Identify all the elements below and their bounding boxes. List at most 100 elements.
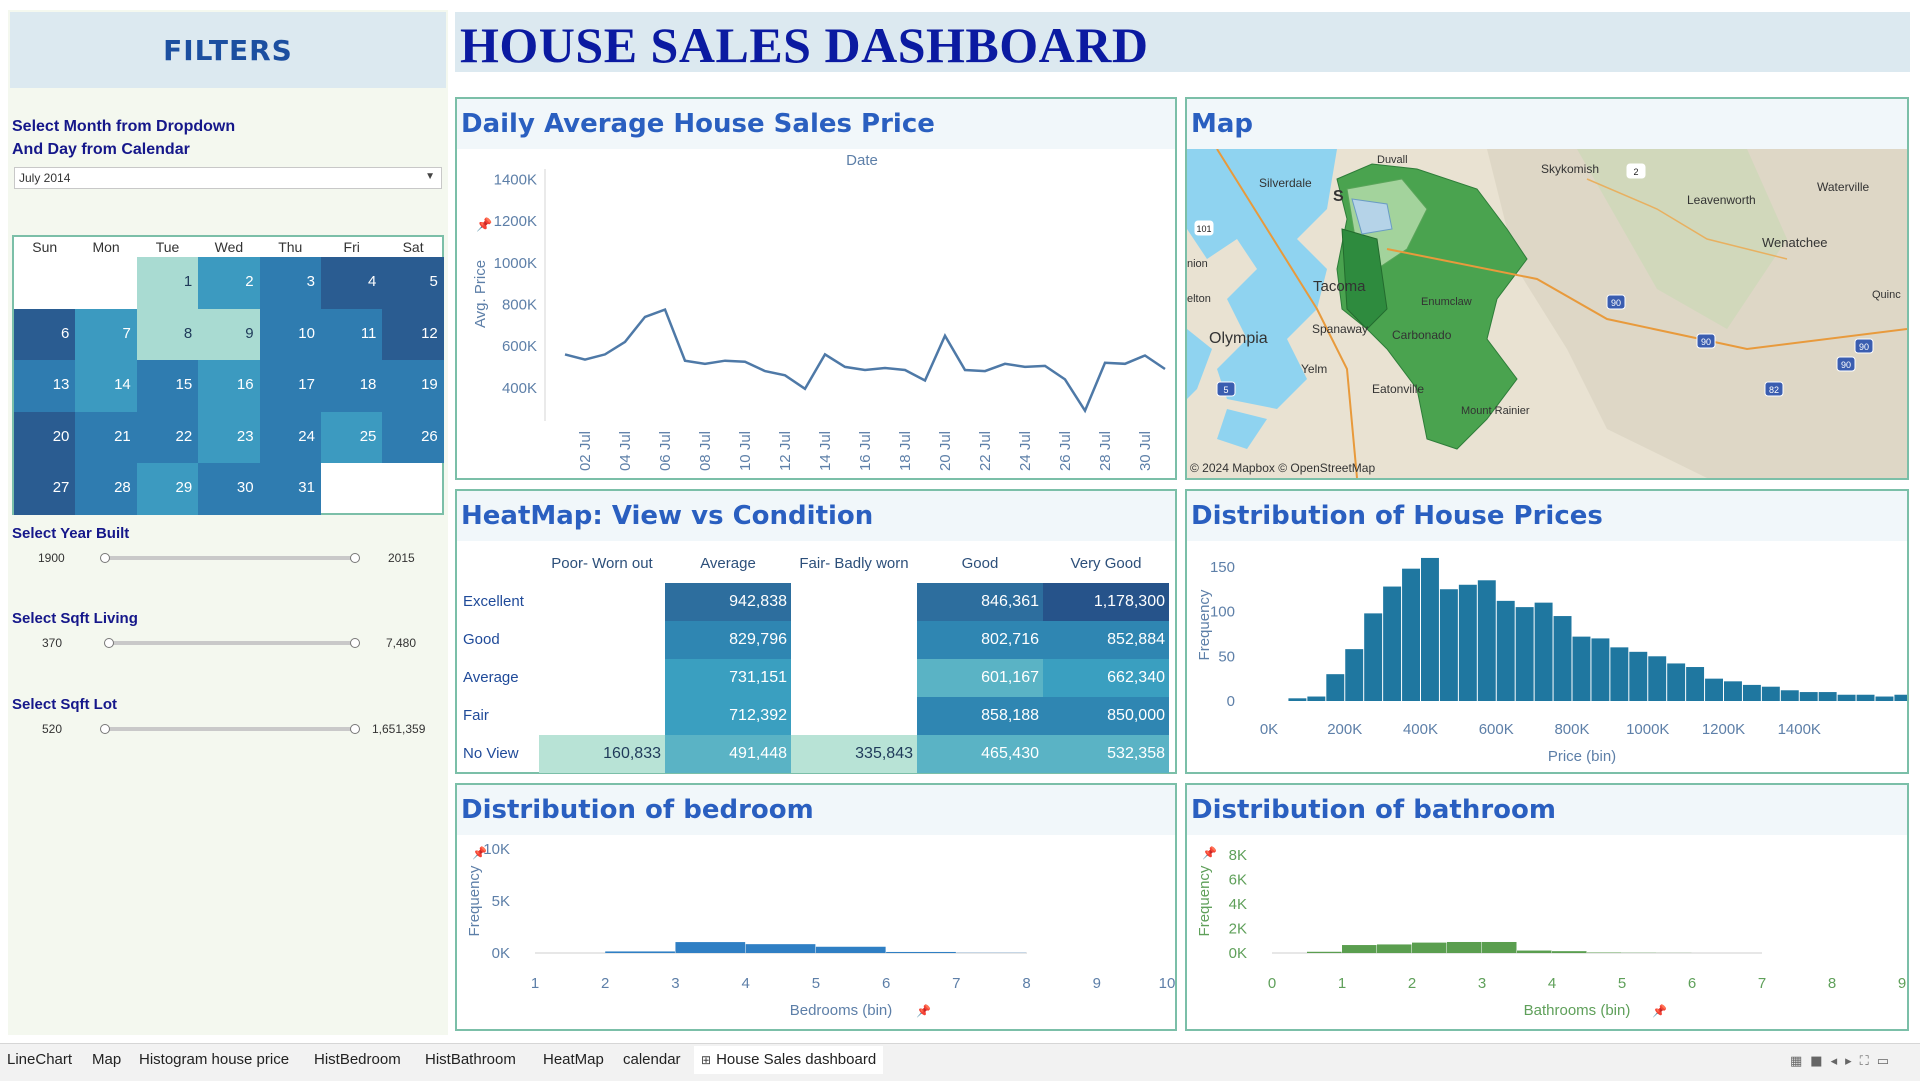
- calendar-day[interactable]: 9: [198, 309, 259, 361]
- sheet-tab[interactable]: Map: [85, 1046, 128, 1074]
- heatmap-cell[interactable]: 852,884: [1043, 621, 1169, 659]
- heatmap-cell[interactable]: 850,000: [1043, 697, 1169, 735]
- sqft-lot-slider-track[interactable]: [104, 727, 358, 731]
- bedroom-histogram[interactable]: 0K5K10K12345678910Bedrooms (bin)📌Frequen…: [457, 835, 1175, 1029]
- sqft-lot-min-handle[interactable]: [100, 724, 110, 734]
- hist-bar[interactable]: [816, 947, 886, 953]
- sqft-living-max-handle[interactable]: [350, 638, 360, 648]
- calendar-day[interactable]: 14: [75, 360, 136, 412]
- year-built-slider-track[interactable]: [102, 556, 358, 560]
- sheet-tab[interactable]: HeatMap: [536, 1046, 611, 1074]
- price-bar[interactable]: [1876, 697, 1894, 701]
- pin-icon[interactable]: 📌: [472, 845, 487, 860]
- grid-small-icon[interactable]: ▦: [1790, 1054, 1810, 1069]
- line-chart[interactable]: Date400K600K800K1000K1200K1400KAvg. Pric…: [457, 149, 1175, 478]
- heatmap-cell[interactable]: [539, 583, 665, 621]
- sqft-lot-max-handle[interactable]: [350, 724, 360, 734]
- calendar-day[interactable]: 7: [75, 309, 136, 361]
- heatmap-cell[interactable]: [539, 659, 665, 697]
- price-bar[interactable]: [1762, 687, 1780, 701]
- calendar-day[interactable]: 8: [137, 309, 198, 361]
- hist-bar[interactable]: [1342, 945, 1377, 953]
- calendar-day[interactable]: 6: [14, 309, 75, 361]
- prev-tab-icon[interactable]: ◂: [1831, 1054, 1846, 1069]
- month-dropdown[interactable]: July 2014 ▼: [14, 167, 442, 189]
- calendar-day[interactable]: 1: [137, 257, 198, 309]
- hist-bar[interactable]: [1412, 943, 1447, 953]
- calendar-day[interactable]: 3: [260, 257, 321, 309]
- calendar-day[interactable]: 17: [260, 360, 321, 412]
- price-bar[interactable]: [1478, 580, 1496, 701]
- calendar-day[interactable]: 5: [382, 257, 443, 309]
- heatmap-cell[interactable]: [539, 621, 665, 659]
- sheet-tab[interactable]: HistBedroom: [307, 1046, 408, 1074]
- calendar-day[interactable]: 12: [382, 309, 443, 361]
- bathroom-histogram[interactable]: 0K2K4K6K8K0123456789Bathrooms (bin)📌Freq…: [1187, 835, 1907, 1029]
- price-bar[interactable]: [1383, 587, 1401, 701]
- hist-bar[interactable]: [605, 951, 675, 953]
- pin-icon[interactable]: 📌: [916, 1003, 931, 1018]
- sheet-tab[interactable]: Histogram house price: [132, 1046, 296, 1074]
- hist-bar[interactable]: [746, 944, 816, 953]
- heatmap-cell[interactable]: [791, 621, 917, 659]
- sheet-tab[interactable]: ⊞House Sales dashboard: [694, 1046, 883, 1074]
- price-bar[interactable]: [1421, 558, 1439, 701]
- heatmap-cell[interactable]: 712,392: [665, 697, 791, 735]
- calendar-day[interactable]: 28: [75, 463, 136, 515]
- price-bar[interactable]: [1307, 697, 1325, 701]
- heatmap-cell[interactable]: 465,430: [917, 735, 1043, 773]
- hist-bar[interactable]: [675, 942, 745, 953]
- map[interactable]: DuvallSkykomishWatervilleSilverdaleSLeav…: [1187, 149, 1907, 478]
- calendar-day[interactable]: 18: [321, 360, 382, 412]
- tab-nav-icons[interactable]: ▦■◂▸⛶▭: [1790, 1054, 1897, 1069]
- price-bar[interactable]: [1364, 613, 1382, 701]
- price-bar[interactable]: [1440, 589, 1458, 701]
- price-bar[interactable]: [1591, 638, 1609, 701]
- calendar-day[interactable]: 25: [321, 412, 382, 464]
- heatmap-cell[interactable]: 858,188: [917, 697, 1043, 735]
- heatmap-cell[interactable]: 491,448: [665, 735, 791, 773]
- hist-bar[interactable]: [886, 952, 956, 953]
- price-bar[interactable]: [1402, 569, 1420, 701]
- hist-bar[interactable]: [1552, 951, 1587, 953]
- chevron-down-icon[interactable]: ▼: [425, 171, 435, 182]
- pin-icon[interactable]: 📌: [1202, 845, 1217, 860]
- price-bar[interactable]: [1667, 663, 1685, 701]
- sheet-tab[interactable]: calendar: [616, 1046, 688, 1074]
- price-bar[interactable]: [1535, 603, 1553, 701]
- price-bar[interactable]: [1724, 681, 1742, 701]
- heatmap-cell[interactable]: 731,151: [665, 659, 791, 697]
- price-bar[interactable]: [1648, 656, 1666, 701]
- calendar-day[interactable]: 22: [137, 412, 198, 464]
- price-bar[interactable]: [1326, 674, 1344, 701]
- heatmap-cell[interactable]: 1,178,300: [1043, 583, 1169, 621]
- heatmap-cell[interactable]: 846,361: [917, 583, 1043, 621]
- heatmap-cell[interactable]: 802,716: [917, 621, 1043, 659]
- price-bar[interactable]: [1573, 637, 1591, 701]
- heatmap-cell[interactable]: 160,833: [539, 735, 665, 773]
- calendar-day[interactable]: 31: [260, 463, 321, 515]
- fullscreen-icon[interactable]: ⛶: [1860, 1054, 1877, 1069]
- calendar-day[interactable]: 16: [198, 360, 259, 412]
- price-bar[interactable]: [1838, 695, 1856, 701]
- price-bar[interactable]: [1857, 695, 1875, 701]
- hist-bar[interactable]: [1377, 944, 1412, 953]
- calendar-day[interactable]: 15: [137, 360, 198, 412]
- heatmap-cell[interactable]: 942,838: [665, 583, 791, 621]
- calendar-day[interactable]: 29: [137, 463, 198, 515]
- price-bar[interactable]: [1497, 601, 1515, 701]
- calendar-day[interactable]: 11: [321, 309, 382, 361]
- price-bar[interactable]: [1459, 585, 1477, 701]
- price-bar[interactable]: [1686, 667, 1704, 701]
- calendar-day[interactable]: 27: [14, 463, 75, 515]
- price-bar[interactable]: [1705, 679, 1723, 701]
- calendar-day[interactable]: 19: [382, 360, 443, 412]
- heatmap-cell[interactable]: [791, 697, 917, 735]
- hist-bar[interactable]: [1482, 942, 1517, 953]
- calendar-day[interactable]: 2: [198, 257, 259, 309]
- price-bar[interactable]: [1894, 695, 1907, 701]
- price-bar[interactable]: [1516, 607, 1534, 701]
- heatmap-cell[interactable]: 829,796: [665, 621, 791, 659]
- calendar-day[interactable]: 30: [198, 463, 259, 515]
- calendar-day[interactable]: 24: [260, 412, 321, 464]
